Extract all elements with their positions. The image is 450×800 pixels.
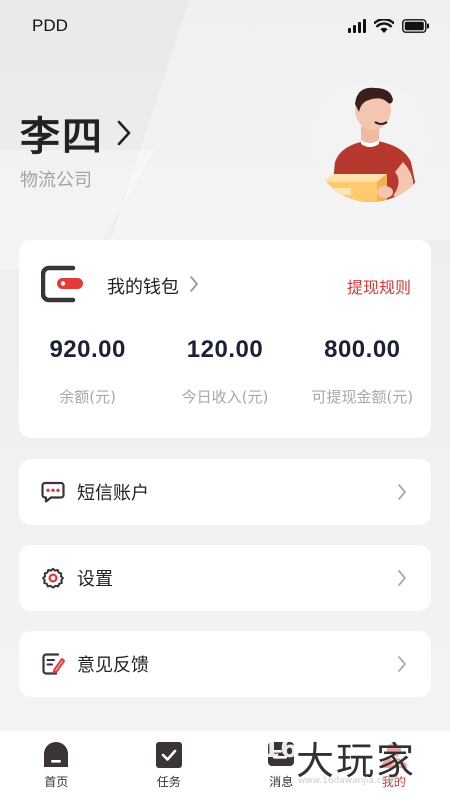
tab-messages[interactable]: 消息: [225, 731, 338, 800]
chevron-right-icon: [397, 655, 407, 677]
tab-profile[interactable]: 我的: [338, 731, 450, 800]
tab-label: 首页: [44, 775, 69, 789]
tab-tasks[interactable]: 任务: [113, 731, 226, 800]
wallet-title: 我的钱包: [107, 277, 179, 298]
battery-icon: [402, 19, 430, 33]
avatar[interactable]: [311, 82, 431, 202]
today-income-stat[interactable]: 120.00 今日收入(元): [156, 336, 293, 407]
menu-item-label: 设置: [77, 569, 113, 590]
balance-stat[interactable]: 920.00 余额(元): [19, 336, 156, 407]
menu-item-feedback[interactable]: 意见反馈: [19, 631, 431, 697]
wallet-stats: 920.00 余额(元) 120.00 今日收入(元) 800.00 可提现金额…: [19, 336, 431, 407]
tab-label: 我的: [381, 775, 406, 789]
wallet-header[interactable]: 我的钱包: [40, 264, 199, 308]
signal-icon: [348, 19, 366, 33]
stat-value: 120.00: [186, 336, 264, 363]
chevron-right-icon: [397, 483, 407, 505]
stat-label: 可提现金额(元): [311, 388, 414, 406]
home-icon: [42, 741, 70, 769]
feedback-icon: [41, 652, 65, 676]
chevron-right-icon: [397, 569, 407, 591]
profile-name: 李四: [20, 114, 104, 160]
menu-item-settings[interactable]: 设置: [19, 545, 431, 611]
chevron-right-icon: [189, 275, 199, 297]
courier-illustration: [311, 82, 431, 202]
tab-label: 消息: [269, 775, 294, 789]
gear-icon: [41, 566, 65, 590]
status-bar: PDD: [0, 0, 450, 52]
message-icon: [267, 741, 295, 769]
tab-home[interactable]: 首页: [0, 731, 113, 800]
sms-icon: [41, 480, 65, 504]
withdraw-rules-link[interactable]: 提现规则: [347, 274, 411, 298]
wallet-card: 我的钱包 提现规则 920.00 余额(元) 120.00 今日收入(元) 80…: [19, 240, 431, 438]
wallet-icon: [40, 264, 83, 308]
stat-label: 余额(元): [59, 388, 117, 406]
chevron-right-icon: [116, 119, 132, 147]
menu-item-label: 意见反馈: [77, 655, 149, 676]
withdrawable-stat[interactable]: 800.00 可提现金额(元): [294, 336, 431, 407]
stat-value: 800.00: [324, 336, 401, 363]
company-name: 物流公司: [20, 170, 92, 191]
status-icons: [348, 18, 430, 34]
task-icon: [155, 741, 183, 769]
profile-icon: [380, 741, 408, 769]
tab-label: 任务: [156, 775, 181, 789]
profile-header[interactable]: 李四: [20, 104, 132, 162]
stat-label: 今日收入(元): [181, 388, 269, 406]
bottom-tab-bar: 首页 任务 消息 我的: [0, 731, 450, 800]
wifi-icon: [374, 18, 394, 34]
carrier-name: PDD: [32, 16, 68, 35]
menu-item-sms-account[interactable]: 短信账户: [19, 459, 431, 525]
menu-item-label: 短信账户: [77, 483, 149, 504]
stat-value: 920.00: [49, 336, 126, 363]
